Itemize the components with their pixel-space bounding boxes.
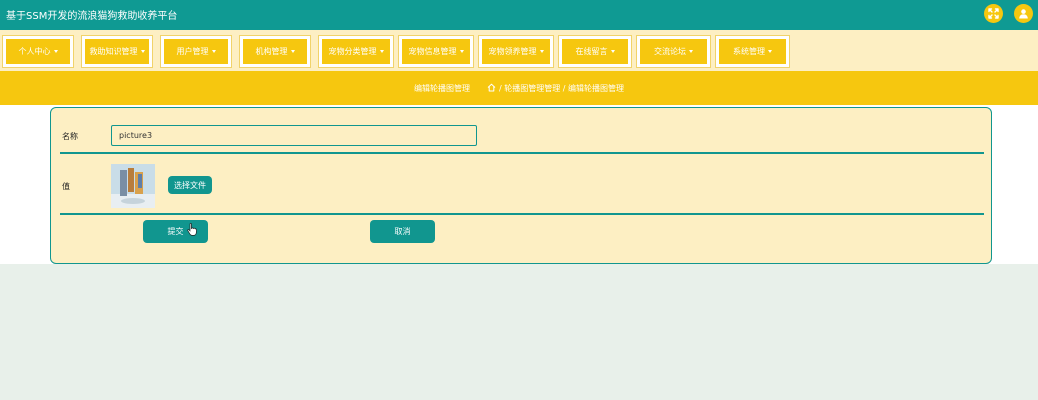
caret-down-icon — [539, 50, 544, 53]
nav-item-label: 宠物领养管理 — [488, 47, 537, 56]
divider — [60, 152, 984, 154]
nav-item-pet-info[interactable]: 宠物信息管理 — [399, 36, 473, 67]
choose-file-button[interactable]: 选择文件 — [168, 176, 212, 194]
nav-item-label: 个人中心 — [18, 47, 51, 56]
page-title: 编辑轮播图管理 — [414, 84, 470, 93]
value-label: 值 — [62, 182, 70, 191]
caret-down-icon — [768, 50, 772, 53]
name-input[interactable] — [111, 125, 477, 146]
submit-button[interactable]: 提交 — [143, 220, 208, 243]
nav-item-label: 机构管理 — [255, 47, 288, 56]
app-title: 基于SSM开发的流浪猫狗救助收养平台 — [6, 11, 178, 22]
nav-item-label: 在线留言 — [575, 47, 608, 56]
nav-item-label: 用户管理 — [176, 47, 209, 56]
nav-item-online-message[interactable]: 在线留言 — [559, 36, 631, 67]
caret-down-icon — [459, 50, 464, 53]
cancel-label: 取消 — [394, 227, 411, 236]
caret-down-icon — [53, 50, 58, 53]
user-icon[interactable] — [1014, 4, 1033, 23]
nav-item-label: 宠物信息管理 — [408, 47, 457, 56]
breadcrumb: / 轮播图管理管理 / 编辑轮播图管理 — [487, 83, 624, 94]
caret-down-icon — [689, 50, 693, 53]
breadcrumb-bar: 编辑轮播图管理 / 轮播图管理管理 / 编辑轮播图管理 — [0, 71, 1038, 105]
nav-item-personal-center[interactable]: 个人中心 — [3, 36, 73, 67]
submit-label: 提交 — [167, 227, 184, 236]
nav-item-pet-category[interactable]: 宠物分类管理 — [319, 36, 393, 67]
top-header: 基于SSM开发的流浪猫狗救助收养平台 — [0, 0, 1038, 30]
nav-item-forum[interactable]: 交流论坛 — [637, 36, 710, 67]
caret-down-icon — [610, 50, 615, 53]
nav-item-user-management[interactable]: 用户管理 — [161, 36, 231, 67]
home-icon[interactable] — [487, 83, 496, 94]
fullscreen-icon[interactable] — [984, 4, 1003, 23]
caret-down-icon — [140, 50, 145, 53]
cancel-button[interactable]: 取消 — [370, 220, 435, 243]
nav-item-label: 宠物分类管理 — [328, 47, 377, 56]
nav-item-label: 救助知识管理 — [89, 47, 138, 56]
hand-cursor-icon — [187, 223, 197, 236]
nav-item-org-management[interactable]: 机构管理 — [240, 36, 310, 67]
nav-item-label: 交流论坛 — [654, 47, 686, 56]
caret-down-icon — [211, 50, 216, 53]
nav-item-system-management[interactable]: 系统管理 — [716, 36, 789, 67]
caret-down-icon — [290, 50, 295, 53]
nav-item-pet-adoption[interactable]: 宠物领养管理 — [479, 36, 553, 67]
name-label: 名称 — [62, 132, 78, 141]
edit-form: 名称 值 选择文件 提交 取消 — [50, 107, 992, 264]
breadcrumb-path[interactable]: / 轮播图管理管理 / 编辑轮播图管理 — [499, 83, 624, 94]
nav-item-label: 系统管理 — [733, 47, 765, 56]
divider — [60, 213, 984, 215]
nav-item-rescue-knowledge[interactable]: 救助知识管理 — [82, 36, 152, 67]
main-nav: 个人中心 救助知识管理 用户管理 机构管理 宠物分类管理 宠物信息管理 宠物领养… — [0, 30, 1038, 71]
image-preview — [111, 164, 155, 208]
caret-down-icon — [379, 50, 384, 53]
